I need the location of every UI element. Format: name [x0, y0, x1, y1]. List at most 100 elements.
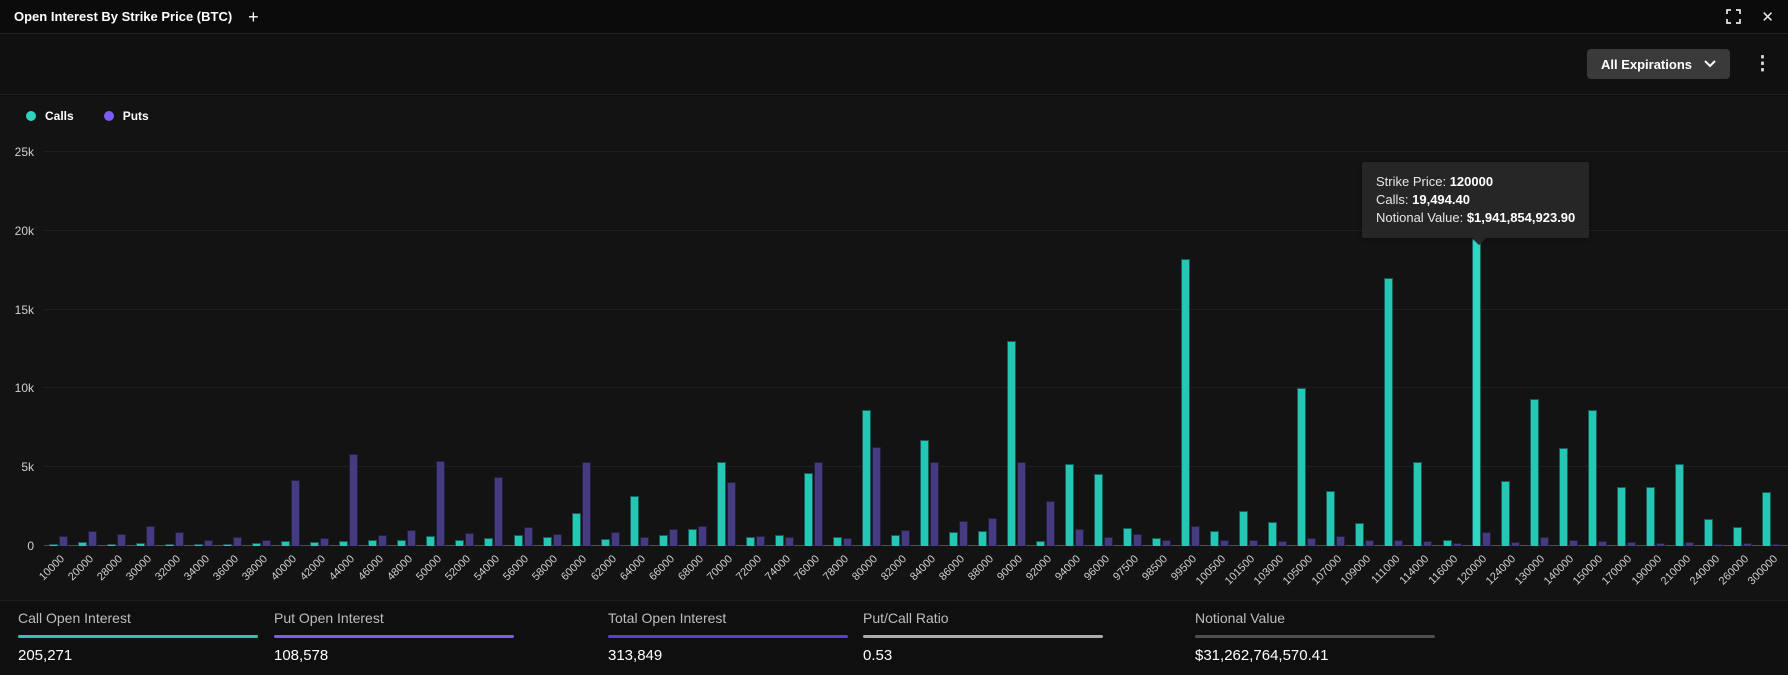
- put-bar[interactable]: [1656, 543, 1665, 546]
- bar-group-58000[interactable]: 58000: [538, 152, 567, 546]
- call-bar[interactable]: [1297, 388, 1306, 546]
- call-bar[interactable]: [1094, 474, 1103, 546]
- put-bar[interactable]: [640, 537, 649, 546]
- call-bar[interactable]: [891, 535, 900, 546]
- call-bar[interactable]: [659, 535, 668, 546]
- put-bar[interactable]: [1046, 501, 1055, 546]
- call-bar[interactable]: [949, 532, 958, 546]
- put-bar[interactable]: [1133, 534, 1142, 546]
- call-bar[interactable]: [1123, 528, 1132, 546]
- call-bar[interactable]: [1762, 492, 1771, 546]
- put-bar[interactable]: [291, 480, 300, 546]
- put-bar[interactable]: [1598, 541, 1607, 546]
- bar-group-54000[interactable]: 54000: [479, 152, 508, 546]
- put-bar[interactable]: [582, 462, 591, 546]
- put-bar[interactable]: [930, 462, 939, 546]
- call-bar[interactable]: [194, 544, 203, 546]
- call-bar[interactable]: [310, 542, 319, 546]
- call-bar[interactable]: [1733, 527, 1742, 546]
- bar-group-99500[interactable]: 99500: [1176, 152, 1205, 546]
- call-bar[interactable]: [717, 462, 726, 546]
- put-bar[interactable]: [959, 521, 968, 546]
- bar-group-170000[interactable]: 170000: [1612, 152, 1641, 546]
- put-bar[interactable]: [1569, 540, 1578, 546]
- call-bar[interactable]: [1152, 538, 1161, 546]
- bar-group-34000[interactable]: 34000: [189, 152, 218, 546]
- call-bar[interactable]: [1559, 448, 1568, 546]
- bar-group-80000[interactable]: 80000: [857, 152, 886, 546]
- bar-group-42000[interactable]: 42000: [305, 152, 334, 546]
- bar-group-56000[interactable]: 56000: [509, 152, 538, 546]
- put-bar[interactable]: [320, 538, 329, 546]
- call-bar[interactable]: [920, 440, 929, 546]
- bar-group-64000[interactable]: 64000: [625, 152, 654, 546]
- put-bar[interactable]: [1482, 532, 1491, 546]
- call-bar[interactable]: [746, 537, 755, 546]
- call-bar[interactable]: [1704, 519, 1713, 546]
- put-bar[interactable]: [349, 454, 358, 546]
- call-bar[interactable]: [1268, 522, 1277, 546]
- put-bar[interactable]: [611, 532, 620, 546]
- call-bar[interactable]: [281, 541, 290, 546]
- put-bar[interactable]: [698, 526, 707, 546]
- put-bar[interactable]: [669, 529, 678, 546]
- bar-group-76000[interactable]: 76000: [799, 152, 828, 546]
- call-bar[interactable]: [688, 529, 697, 546]
- bar-group-60000[interactable]: 60000: [567, 152, 596, 546]
- put-bar[interactable]: [378, 535, 387, 546]
- put-bar[interactable]: [88, 531, 97, 546]
- bar-group-74000[interactable]: 74000: [770, 152, 799, 546]
- call-bar[interactable]: [252, 543, 261, 546]
- fullscreen-icon[interactable]: [1726, 9, 1741, 24]
- bar-group-107000[interactable]: 107000: [1321, 152, 1350, 546]
- bar-group-78000[interactable]: 78000: [828, 152, 857, 546]
- call-bar[interactable]: [455, 540, 464, 546]
- call-bar[interactable]: [1443, 540, 1452, 546]
- bar-group-88000[interactable]: 88000: [973, 152, 1002, 546]
- put-bar[interactable]: [117, 534, 126, 546]
- put-bar[interactable]: [1394, 540, 1403, 546]
- put-bar[interactable]: [1017, 462, 1026, 546]
- put-bar[interactable]: [727, 482, 736, 546]
- call-bar[interactable]: [1210, 531, 1219, 546]
- bar-group-50000[interactable]: 50000: [421, 152, 450, 546]
- put-bar[interactable]: [436, 461, 445, 546]
- put-bar[interactable]: [1191, 526, 1200, 546]
- call-bar[interactable]: [136, 543, 145, 546]
- put-bar[interactable]: [1714, 544, 1723, 546]
- call-bar[interactable]: [1588, 410, 1597, 546]
- call-bar[interactable]: [1355, 523, 1364, 546]
- put-bar[interactable]: [1540, 537, 1549, 546]
- call-bar[interactable]: [1036, 541, 1045, 546]
- bar-group-20000[interactable]: 20000: [73, 152, 102, 546]
- put-bar[interactable]: [233, 537, 242, 546]
- call-bar[interactable]: [484, 538, 493, 546]
- bar-group-86000[interactable]: 86000: [944, 152, 973, 546]
- call-bar[interactable]: [1239, 511, 1248, 546]
- bar-group-92000[interactable]: 92000: [1031, 152, 1060, 546]
- expirations-dropdown[interactable]: All Expirations: [1587, 49, 1730, 79]
- call-bar-hovered[interactable]: [1472, 239, 1481, 546]
- bar-group-48000[interactable]: 48000: [392, 152, 421, 546]
- bar-group-36000[interactable]: 36000: [218, 152, 247, 546]
- call-bar[interactable]: [775, 535, 784, 546]
- bar-group-44000[interactable]: 44000: [334, 152, 363, 546]
- bar-group-94000[interactable]: 94000: [1060, 152, 1089, 546]
- bar-group-90000[interactable]: 90000: [1002, 152, 1031, 546]
- legend-item-puts[interactable]: Puts: [104, 109, 149, 123]
- call-bar[interactable]: [49, 544, 58, 546]
- put-bar[interactable]: [1278, 541, 1287, 546]
- call-bar[interactable]: [862, 410, 871, 546]
- bar-group-300000[interactable]: 300000: [1757, 152, 1786, 546]
- bar-group-96000[interactable]: 96000: [1089, 152, 1118, 546]
- put-bar[interactable]: [204, 540, 213, 546]
- call-bar[interactable]: [630, 496, 639, 546]
- put-bar[interactable]: [1220, 540, 1229, 546]
- put-bar[interactable]: [1453, 543, 1462, 546]
- put-bar[interactable]: [1423, 541, 1432, 546]
- bar-group-101500[interactable]: 101500: [1234, 152, 1263, 546]
- put-bar[interactable]: [785, 537, 794, 546]
- bar-group-46000[interactable]: 46000: [363, 152, 392, 546]
- put-bar[interactable]: [988, 518, 997, 546]
- call-bar[interactable]: [978, 531, 987, 546]
